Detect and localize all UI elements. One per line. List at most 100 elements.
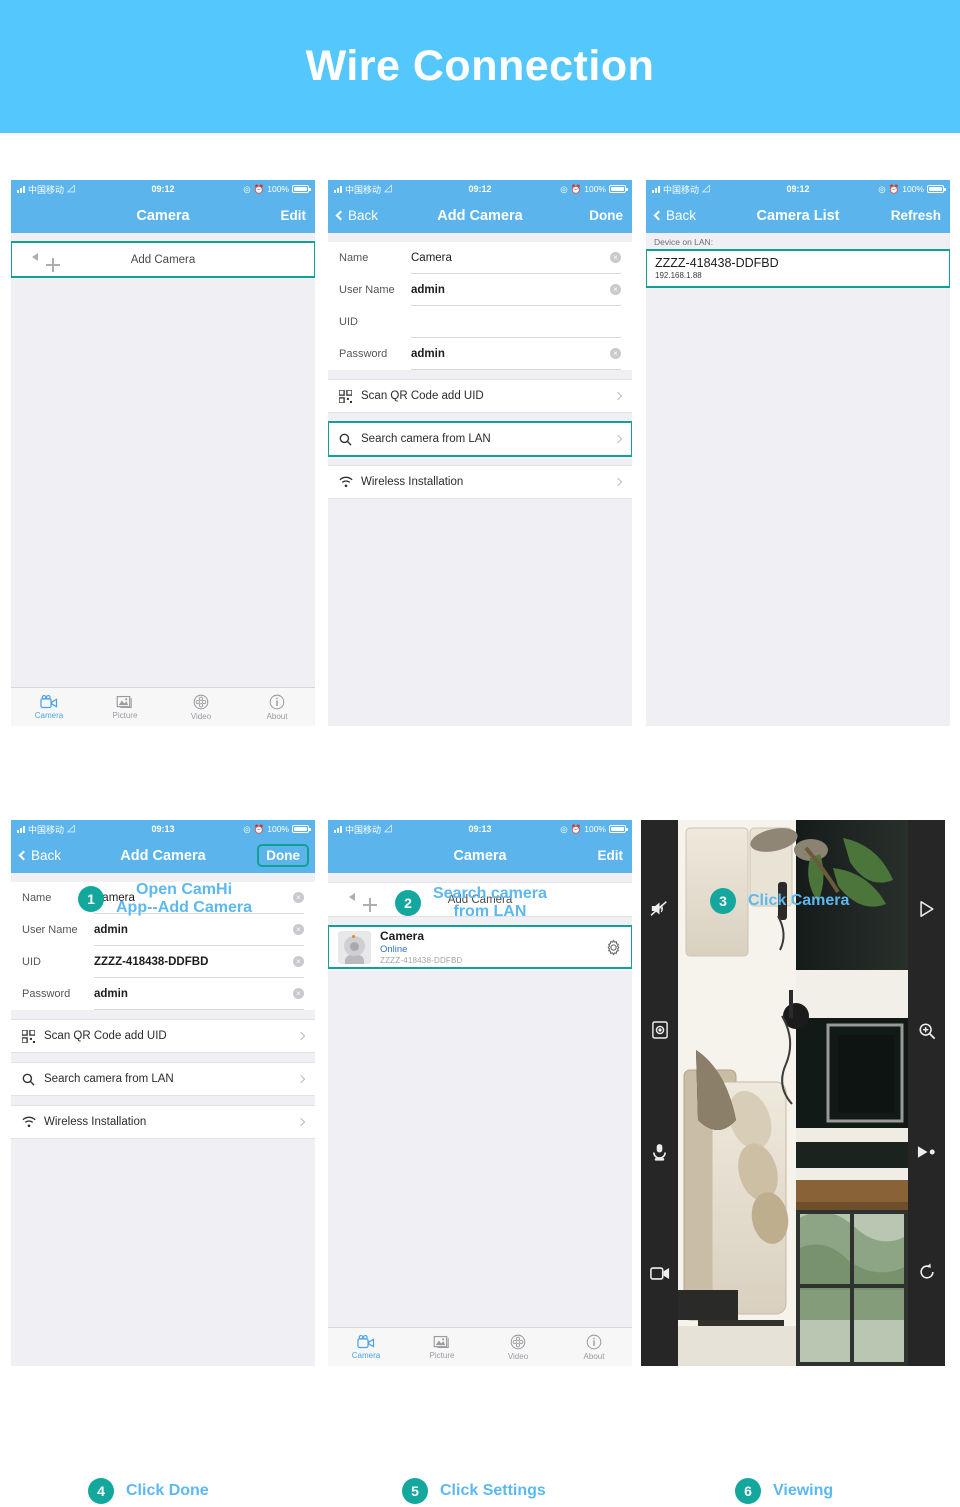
clear-icon[interactable]: ×: [610, 252, 621, 263]
field-name: Name Camera ×: [328, 242, 632, 274]
tab-about[interactable]: About: [239, 694, 315, 721]
chevron-right-icon: [296, 1117, 306, 1127]
spacer: [328, 413, 632, 422]
tab-about-label: About: [266, 711, 288, 721]
wifi-icon: [22, 1116, 44, 1128]
tab-video[interactable]: Video: [480, 1334, 556, 1361]
refresh-button[interactable]: Refresh: [889, 208, 941, 223]
chevron-right-icon: [296, 1031, 306, 1041]
username-input[interactable]: admin: [411, 284, 610, 296]
wireless-install-label: Wireless Installation: [44, 1116, 147, 1128]
step-caption-text: Open CamHi App--Add Camera: [116, 881, 253, 917]
tab-picture[interactable]: Picture: [87, 695, 163, 720]
clear-icon[interactable]: ×: [293, 892, 304, 903]
username-input[interactable]: admin: [94, 924, 293, 936]
step-caption-text: Viewing: [773, 1481, 834, 1499]
play-triangle-icon[interactable]: [918, 900, 935, 923]
phone-screen-1: 中国移动 ◿ 09:12 ◎ ⏰ 100% Camera Edit Add Ca…: [11, 180, 315, 726]
gear-icon[interactable]: [605, 939, 622, 956]
chevron-right-icon: [613, 477, 623, 487]
clock-label: 09:12: [468, 184, 492, 194]
fast-forward-icon[interactable]: [917, 1145, 936, 1164]
wireless-install-row[interactable]: Wireless Installation: [328, 465, 632, 499]
wireless-install-label: Wireless Installation: [361, 476, 464, 488]
step-6-caption: 6 Viewing: [735, 1478, 833, 1504]
back-button[interactable]: Back: [18, 848, 72, 863]
add-camera-row[interactable]: Add Camera: [11, 241, 315, 278]
video-camera-icon: [39, 694, 57, 708]
password-input[interactable]: admin: [94, 988, 293, 1000]
tab-video-label: Video: [507, 1351, 529, 1361]
clear-icon[interactable]: ×: [293, 988, 304, 999]
step-number-badge: 2: [395, 890, 421, 917]
tab-picture-label: Picture: [112, 710, 138, 720]
rotate-icon[interactable]: [918, 1263, 936, 1286]
chevron-left-icon: [18, 850, 29, 861]
clear-icon[interactable]: ×: [293, 924, 304, 935]
back-label: Back: [666, 208, 697, 223]
scan-qr-label: Scan QR Code add UID: [44, 1030, 167, 1042]
field-label: UID: [22, 956, 41, 968]
wireless-install-row[interactable]: Wireless Installation: [11, 1105, 315, 1139]
edit-button[interactable]: Edit: [254, 208, 307, 223]
lan-device-row[interactable]: ZZZZ-418438-DDFBD 192.168.1.88: [646, 249, 950, 288]
search-lan-row[interactable]: Search camera from LAN: [328, 421, 632, 457]
film-reel-icon: [510, 1334, 526, 1349]
left-control-bar: [641, 820, 678, 1366]
search-icon: [22, 1073, 44, 1086]
page-title: Wire Connection: [305, 42, 655, 90]
tab-camera[interactable]: Camera: [11, 694, 87, 720]
field-label: User Name: [339, 284, 395, 296]
search-lan-row[interactable]: Search camera from LAN: [11, 1062, 315, 1096]
back-button[interactable]: Back: [653, 208, 707, 223]
done-button[interactable]: Done: [257, 844, 309, 867]
tab-video[interactable]: Video: [163, 694, 239, 721]
chevron-right-icon: [296, 1074, 306, 1084]
search-lan-label: Search camera from LAN: [361, 433, 491, 445]
photo-icon: [433, 1335, 449, 1348]
tab-about[interactable]: About: [556, 1334, 632, 1361]
zoom-in-icon[interactable]: [918, 1022, 936, 1045]
tab-camera[interactable]: Camera: [328, 1334, 404, 1360]
right-control-bar: [908, 820, 945, 1366]
record-video-icon[interactable]: [649, 1266, 670, 1286]
uid-input[interactable]: ZZZZ-418438-DDFBD: [94, 956, 293, 968]
back-button[interactable]: Back: [335, 208, 389, 223]
tab-picture[interactable]: Picture: [404, 1335, 480, 1360]
clear-icon[interactable]: ×: [610, 348, 621, 359]
password-input[interactable]: admin: [411, 348, 610, 360]
nav-bar: Camera Edit: [328, 838, 632, 873]
tab-picture-label: Picture: [429, 1350, 455, 1360]
name-input[interactable]: Camera: [411, 252, 610, 264]
scan-qr-row[interactable]: Scan QR Code add UID: [11, 1019, 315, 1053]
status-bar: 中国移动 ◿ 09:12 ◎ ⏰ 100%: [646, 180, 950, 198]
done-button-wrap[interactable]: Done: [254, 844, 309, 867]
phone-screen-3: 中国移动 ◿ 09:12 ◎ ⏰ 100% Back Camera List R…: [646, 180, 950, 726]
tab-camera-label: Camera: [351, 1350, 381, 1360]
camera-list-item[interactable]: Camera Online ZZZZ-418438-DDFBD: [328, 925, 632, 969]
add-camera-label: Add Camera: [130, 253, 196, 266]
spacer: [328, 233, 632, 242]
done-button[interactable]: Done: [571, 208, 623, 223]
scan-qr-row[interactable]: Scan QR Code add UID: [328, 379, 632, 413]
qr-code-icon: [339, 389, 361, 403]
step-4-caption: 4 Click Done: [88, 1478, 209, 1504]
camera-status-badge: Online: [380, 944, 408, 955]
clear-icon[interactable]: ×: [293, 956, 304, 967]
nav-bar: Camera Edit: [11, 198, 315, 233]
snapshot-camera-icon[interactable]: [651, 1021, 668, 1044]
microphone-icon[interactable]: [652, 1143, 667, 1167]
battery-icon: [927, 185, 946, 193]
step-3-screenshot: 中国移动 ◿ 09:12 ◎ ⏰ 100% Back Camera List R…: [646, 180, 950, 726]
search-lan-label: Search camera from LAN: [44, 1073, 174, 1085]
tab-camera-label: Camera: [34, 710, 64, 720]
film-reel-icon: [193, 694, 209, 709]
field-uid: UID ZZZZ-418438-DDFBD ×: [11, 946, 315, 978]
camera-thumbnail-icon: [338, 930, 371, 964]
edit-button[interactable]: Edit: [571, 848, 624, 863]
mute-speaker-icon[interactable]: [650, 900, 669, 922]
tab-bar: Camera Picture Video About: [328, 1327, 632, 1366]
step-number-badge: 1: [78, 886, 104, 913]
clear-icon[interactable]: ×: [610, 284, 621, 295]
step-3-caption: 3 Click Camera: [710, 888, 849, 914]
